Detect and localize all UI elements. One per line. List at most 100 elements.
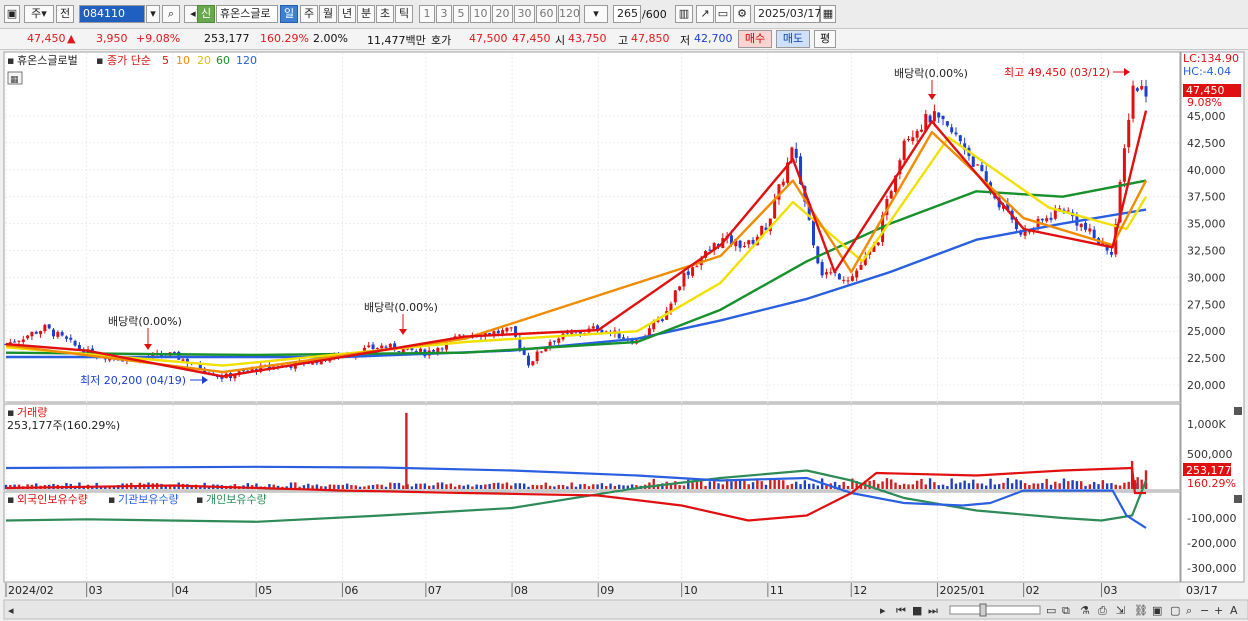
- volume-bar: [324, 486, 327, 489]
- candle-body: [747, 240, 751, 245]
- volume-bar: [734, 479, 737, 489]
- zoom-slider-handle[interactable]: [979, 603, 987, 617]
- volume-bar: [466, 484, 470, 489]
- screen-icon[interactable]: ▢: [1170, 604, 1180, 617]
- layout-icon[interactable]: ▭: [1046, 604, 1056, 617]
- volume-bar: [782, 480, 785, 489]
- dividend-annotation-1: 배당락(0.00%): [108, 315, 182, 328]
- volume-bar: [405, 412, 408, 489]
- volume-bar: [997, 484, 1001, 489]
- candle-body: [181, 359, 185, 361]
- volume-bar: [415, 483, 418, 489]
- volume-bar: [427, 485, 431, 489]
- volume-bar: [799, 484, 802, 489]
- volume-bar: [954, 483, 958, 489]
- candle-body: [69, 337, 73, 340]
- date-axis-label: 2024/02: [8, 584, 54, 597]
- volume-bar: [527, 486, 530, 489]
- volume-bar: [1049, 484, 1053, 489]
- volume-bar: [1118, 485, 1122, 489]
- candle-body: [937, 112, 941, 118]
- volume-bar: [760, 481, 763, 489]
- volume-bar: [561, 484, 565, 489]
- volume-bar: [941, 484, 945, 489]
- date-axis-label: 10: [684, 584, 698, 597]
- holdings-panel-close-icon[interactable]: [1234, 495, 1242, 503]
- candle-body: [950, 127, 954, 133]
- scroll-left-icon[interactable]: ◂: [8, 604, 14, 617]
- candle-body: [1049, 217, 1053, 220]
- volume-bar: [1041, 483, 1044, 489]
- price-axis-tick: 42,500: [1187, 137, 1226, 150]
- candle-body: [941, 115, 945, 120]
- volume-bar: [587, 486, 591, 489]
- volume-bar: [1067, 481, 1070, 489]
- volume-bar: [540, 485, 543, 489]
- volume-bar: [332, 484, 336, 489]
- print-icon[interactable]: ⎙: [1098, 604, 1107, 617]
- volume-bar: [1144, 470, 1148, 489]
- volume-bar: [1084, 485, 1087, 489]
- scroll-last-icon[interactable]: ⏭: [928, 604, 938, 617]
- legend-dot-icon: ▪: [196, 493, 203, 506]
- zoom-search-icon[interactable]: ⌕: [1186, 604, 1192, 617]
- volume-bar: [471, 486, 474, 489]
- volume-bar: [345, 483, 349, 489]
- candle-body: [1140, 85, 1144, 90]
- link-icon[interactable]: ⛓: [1134, 604, 1148, 617]
- date-axis-label: 09: [600, 584, 614, 597]
- scroll-right-icon[interactable]: ▸: [880, 604, 886, 617]
- volume-bar: [492, 482, 496, 489]
- volume-bar: [622, 485, 625, 489]
- volume-bar: [1123, 482, 1126, 489]
- volume-bar: [315, 484, 319, 489]
- candle-body: [565, 332, 569, 334]
- copy-icon[interactable]: ⧉: [1062, 604, 1070, 617]
- candle-body: [855, 270, 859, 278]
- volume-bar: [570, 482, 573, 489]
- volume-panel-close-icon[interactable]: [1234, 407, 1242, 415]
- zoom-in-icon[interactable]: +: [1214, 604, 1223, 617]
- date-axis-label: 12: [853, 584, 867, 597]
- legend-ma120: 120: [236, 54, 257, 67]
- volume-bar: [678, 485, 681, 489]
- export-icon[interactable]: ⇲: [1116, 604, 1125, 617]
- scroll-first-icon[interactable]: ⏮: [896, 604, 906, 617]
- candle-body: [432, 350, 435, 352]
- volume-bar: [1062, 478, 1066, 489]
- indicator-icon[interactable]: ⚗: [1080, 604, 1090, 617]
- candle-body: [1135, 88, 1139, 91]
- volume-bar: [950, 478, 953, 489]
- zoom-out-icon[interactable]: −: [1200, 604, 1209, 617]
- volume-axis-tick: 500,000: [1187, 448, 1233, 461]
- volume-bar: [976, 483, 979, 489]
- date-axis-label: 2025/01: [939, 584, 985, 597]
- volume-bar: [371, 484, 375, 489]
- candle-body: [436, 347, 440, 353]
- zoom-slider-track[interactable]: [949, 605, 1041, 615]
- candle-body: [496, 330, 500, 334]
- volume-bar: [1045, 478, 1048, 489]
- date-axis-label: 03: [89, 584, 103, 597]
- volume-bar: [376, 484, 379, 489]
- volume-bar: [937, 485, 940, 489]
- candle-body: [384, 346, 388, 348]
- font-size-icon[interactable]: A: [1230, 604, 1238, 617]
- volume-bar: [596, 484, 599, 489]
- image-icon[interactable]: ▣: [1152, 604, 1162, 617]
- volume-bar: [535, 485, 539, 489]
- price-axis-tick: 27,500: [1187, 298, 1226, 311]
- volume-bar: [928, 478, 932, 489]
- volume-bar: [846, 486, 850, 489]
- volume-bar: [522, 483, 526, 489]
- volume-bar: [380, 484, 383, 489]
- candle-body: [682, 272, 686, 287]
- stop-icon[interactable]: ■: [912, 604, 922, 617]
- candle-body: [859, 265, 863, 270]
- candle-body: [829, 272, 833, 274]
- legend-stock-name: 휴온스글로벌: [17, 54, 78, 67]
- legend-dot-icon: ▪: [7, 54, 14, 67]
- candle-body: [21, 339, 25, 342]
- volume-bar: [1023, 483, 1027, 489]
- candle-body: [388, 343, 392, 348]
